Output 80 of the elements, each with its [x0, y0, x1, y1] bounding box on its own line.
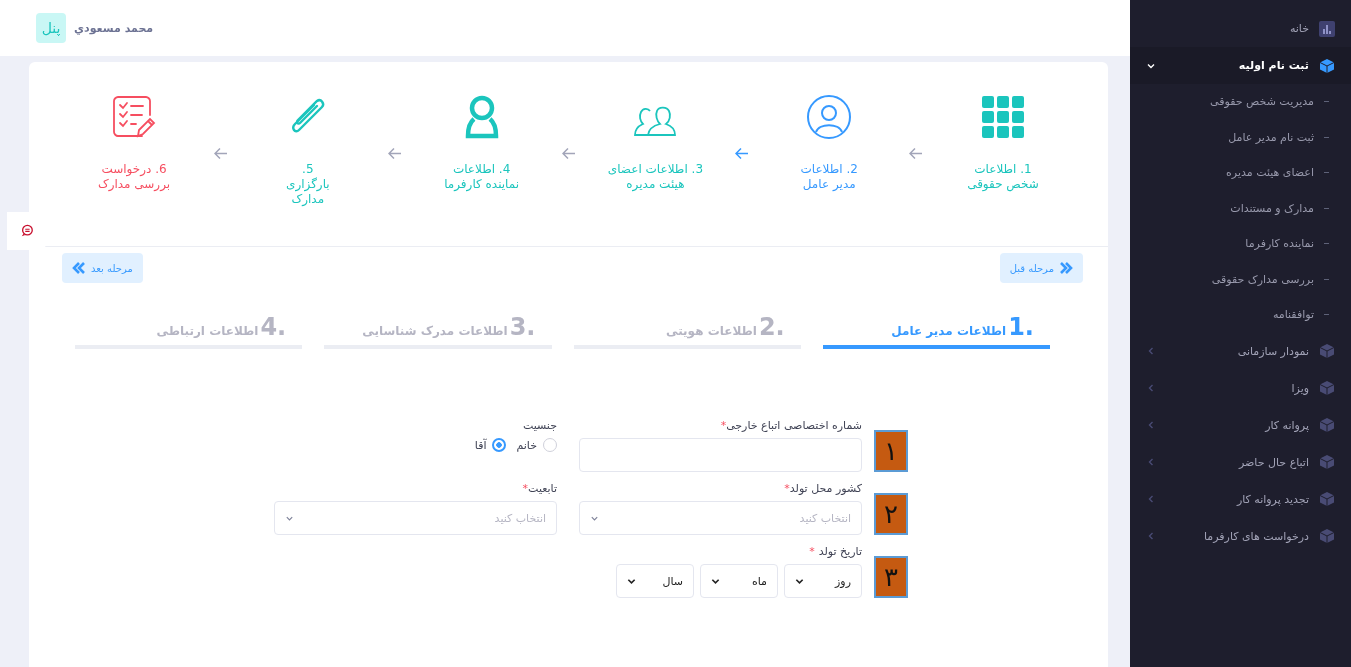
chat-icon — [19, 224, 34, 238]
field-label: تاریخ تولد * — [808, 545, 862, 558]
sidebar-label: اتباع حال حاضر — [1238, 455, 1309, 469]
text-input[interactable] — [579, 438, 862, 472]
user-circle-icon — [806, 94, 853, 140]
wizard-step[interactable]: 6. درخواست بررسی مدارک — [69, 92, 199, 192]
submenu-item[interactable]: بررسی مدارک حقوقی — [1130, 261, 1351, 297]
submenu-item[interactable]: مدارک و مستندات — [1130, 190, 1351, 226]
dash-icon — [1324, 314, 1329, 316]
double-chevron-left-icon — [72, 261, 86, 275]
cube-icon — [1319, 343, 1335, 359]
wizard-step[interactable]: 2. اطلاعات مدیر عامل — [764, 92, 895, 192]
submenu-label: ثبت نام مدیر عامل — [1228, 130, 1314, 144]
sidebar-item[interactable]: درخواست های کارفرما — [1130, 517, 1351, 555]
number-badge: ١ — [874, 430, 908, 472]
sidebar-item[interactable]: تجدید پروانه کار — [1130, 480, 1351, 518]
grid-icon — [982, 96, 1024, 138]
submenu-label: توافقنامه — [1272, 308, 1314, 322]
cube-icon — [1319, 417, 1335, 433]
sidebar-label: تجدید پروانه کار — [1236, 492, 1309, 506]
dash-icon — [1324, 172, 1329, 174]
step-label: 2. اطلاعات مدیر عامل — [800, 162, 858, 192]
arrow-left-icon — [735, 148, 750, 159]
arrow-left-icon — [561, 148, 576, 159]
submenu-label: مدارک و مستندات — [1230, 201, 1314, 215]
dash-icon — [1324, 136, 1329, 138]
dash-icon — [1324, 207, 1329, 209]
step-label: 3. اطلاعات اعضای هیئت مدیره — [607, 162, 703, 192]
sidebar-item[interactable]: اتباع حال حاضر — [1130, 443, 1351, 481]
submenu-item[interactable]: اعضای هیئت مدیره — [1130, 155, 1351, 191]
arrow-left-icon — [909, 148, 924, 159]
sidebar-label: خانه — [1289, 22, 1309, 35]
cube-icon — [1319, 528, 1335, 544]
field-label: تابعیت* — [521, 482, 557, 495]
double-chevron-right-icon — [1059, 261, 1073, 275]
sidebar-item[interactable]: ویزا — [1130, 369, 1351, 407]
user-icon — [464, 95, 499, 139]
checklist-icon — [112, 95, 156, 139]
submenu-item[interactable]: نماینده کارفرما — [1130, 226, 1351, 262]
dash-icon — [1324, 101, 1329, 103]
submenu-label: مدیریت شخص حقوقی — [1210, 95, 1314, 109]
sidebar-item[interactable]: پروانه کار — [1130, 406, 1351, 444]
dash-icon — [1324, 278, 1329, 280]
cube-icon — [1319, 380, 1335, 396]
arrow-left-icon — [213, 148, 228, 159]
field-label: جنسیت — [521, 419, 557, 432]
submenu-label: نماینده کارفرما — [1245, 237, 1314, 251]
submenu-item[interactable]: توافقنامه — [1130, 297, 1351, 333]
sidebar-label: درخواست های کارفرما — [1204, 529, 1309, 543]
number-badge: ٣ — [874, 556, 908, 598]
number-badge: ٢ — [874, 493, 908, 535]
step-label: 6. درخواست بررسی مدارک — [97, 162, 171, 192]
sidebar-item[interactable]: ثبت نام اولیه — [1130, 47, 1351, 84]
submenu-item[interactable]: مدیریت شخص حقوقی — [1130, 84, 1351, 120]
bar-chart-icon — [1319, 20, 1335, 37]
dash-icon — [1324, 243, 1329, 245]
sidebar-item[interactable]: خانه — [1130, 10, 1351, 47]
sidebar-label: ویزا — [1291, 381, 1309, 395]
step-label: 1. اطلاعات شخص حقوقی — [967, 162, 1039, 192]
radio-option[interactable]: آقا — [474, 438, 507, 452]
sidebar-item[interactable]: نمودار سازمانی — [1130, 332, 1351, 370]
date-select[interactable]: سال — [616, 564, 694, 598]
submenu-label: بررسی مدارک حقوقی — [1211, 272, 1314, 286]
sidebar-label: نمودار سازمانی — [1237, 344, 1309, 358]
chat-button[interactable] — [7, 212, 46, 250]
field-label: شماره اختصاصی اتباع خارجی* — [719, 419, 862, 432]
sidebar-label: ثبت نام اولیه — [1238, 59, 1309, 72]
submenu-label: اعضای هیئت مدیره — [1226, 166, 1314, 180]
cube-icon — [1319, 491, 1335, 507]
sidebar-label: پروانه کار — [1265, 418, 1309, 432]
date-select[interactable]: ماه — [700, 564, 778, 598]
field-label: کشور محل تولد* — [783, 482, 862, 495]
arrow-left-icon — [387, 148, 402, 159]
submenu-item[interactable]: ثبت نام مدیر عامل — [1130, 119, 1351, 155]
radio-option[interactable]: خانم — [516, 438, 557, 452]
user-name: محمد مسعودي — [74, 21, 154, 35]
cube-icon — [1319, 57, 1335, 74]
date-select[interactable]: روز — [784, 564, 862, 598]
step-label: 4. اطلاعات نماینده کارفرما — [444, 162, 520, 192]
cube-icon — [1319, 454, 1335, 470]
